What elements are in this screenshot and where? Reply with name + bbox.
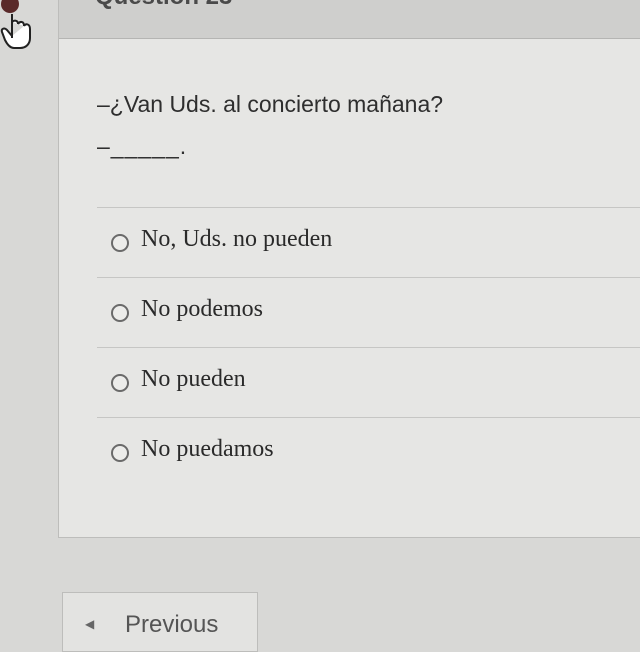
chevron-left-icon: ◀ bbox=[85, 617, 95, 631]
hand-pointer-icon bbox=[0, 0, 36, 50]
answer-option-2[interactable]: No podemos bbox=[97, 277, 640, 347]
radio-button[interactable] bbox=[111, 304, 129, 322]
answer-blank: –_____. bbox=[97, 133, 188, 159]
answer-list: No, Uds. no pueden No podemos No pueden … bbox=[97, 207, 640, 487]
previous-button[interactable]: ◀ Previous bbox=[62, 592, 258, 652]
radio-button[interactable] bbox=[111, 374, 129, 392]
answer-label[interactable]: No puedamos bbox=[141, 436, 274, 463]
answer-option-3[interactable]: No pueden bbox=[97, 347, 640, 417]
answer-option-1[interactable]: No, Uds. no pueden bbox=[97, 207, 640, 277]
radio-button[interactable] bbox=[111, 234, 129, 252]
question-header: Question 23 bbox=[59, 0, 640, 39]
previous-label: Previous bbox=[125, 611, 219, 638]
radio-button[interactable] bbox=[111, 444, 129, 462]
answer-label[interactable]: No pueden bbox=[141, 366, 246, 393]
answer-option-4[interactable]: No puedamos bbox=[97, 417, 640, 487]
answer-label[interactable]: No podemos bbox=[141, 296, 263, 323]
question-prompt: –¿Van Uds. al concierto mañana? bbox=[97, 91, 444, 117]
question-title: Question 23 bbox=[95, 0, 232, 11]
answer-label[interactable]: No, Uds. no pueden bbox=[141, 226, 332, 253]
question-card: Question 23 –¿Van Uds. al concierto maña… bbox=[58, 0, 640, 538]
